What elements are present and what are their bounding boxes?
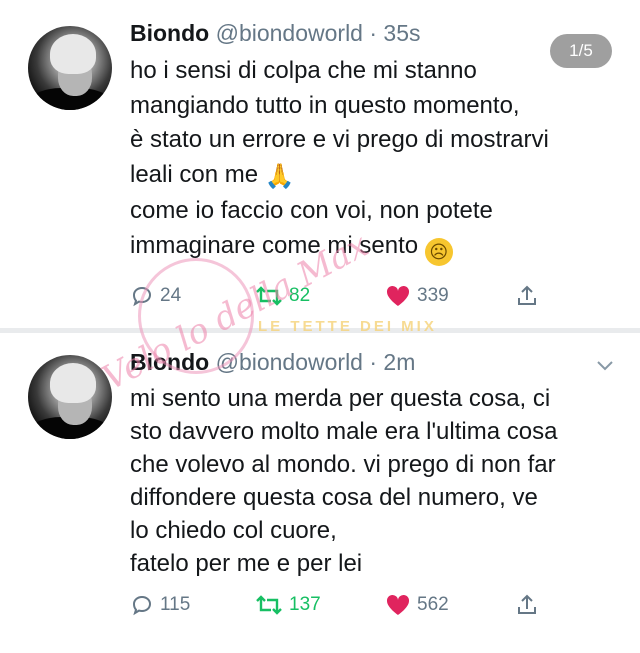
author-name[interactable]: Biondo — [130, 20, 209, 46]
sad-face-emoji-icon: ☹ — [424, 237, 453, 266]
retweet-button[interactable]: 137 — [255, 593, 321, 617]
tweet-line: come io faccio con voi, non potete — [130, 197, 493, 224]
like-button[interactable]: 339 — [385, 284, 449, 308]
tweet-actions: 115 137 562 — [130, 593, 550, 623]
tweet-line: fatelo per me e per lei — [130, 550, 363, 577]
tweet-time[interactable]: · 2m — [369, 349, 415, 375]
reply-icon — [132, 595, 152, 616]
tweet-line-with-emoji: leali con me 🙏 — [130, 158, 610, 195]
tweet-line: diffondere questa cosa del numero, ve — [130, 484, 538, 511]
heart-icon — [386, 594, 410, 615]
tweet-text: ho i sensi di colpa che mi stanno mangia… — [130, 54, 610, 266]
tweet-header: Biondo @biondoworld · 2m — [130, 349, 415, 376]
heart-icon — [386, 285, 410, 306]
tweet-line: mangiando tutto in questo momento, — [130, 91, 520, 119]
tweet-line: immaginare come mi sento — [130, 231, 419, 259]
like-count: 339 — [417, 285, 449, 306]
folded-hands-emoji-icon: 🙏 — [264, 162, 295, 190]
retweet-count: 137 — [289, 594, 321, 615]
retweet-count: 82 — [289, 285, 311, 306]
tweet-time[interactable]: · 35s — [369, 20, 420, 46]
retweet-button[interactable]: 82 — [255, 284, 310, 308]
tweet-header: Biondo @biondoworld · 35s — [130, 20, 421, 47]
tweet-2[interactable]: Biondo @biondoworld · 2m mi sento una me… — [0, 333, 640, 653]
share-icon — [518, 285, 536, 305]
share-button[interactable] — [515, 284, 539, 308]
author-name[interactable]: Biondo — [130, 349, 209, 375]
like-button[interactable]: 562 — [385, 593, 449, 617]
reply-count: 115 — [160, 594, 191, 615]
avatar[interactable] — [28, 26, 112, 110]
reply-count: 24 — [160, 285, 182, 306]
reply-icon — [132, 286, 152, 307]
author-handle[interactable]: @biondoworld — [216, 349, 363, 375]
tweet-actions: 24 82 339 — [130, 284, 550, 314]
retweet-icon — [256, 595, 282, 615]
share-icon — [518, 594, 536, 614]
tweet-1[interactable]: Biondo @biondoworld · 35s 1/5 ho i sensi… — [0, 0, 640, 330]
tweet-line: leali con me — [130, 160, 259, 188]
reply-button[interactable]: 115 — [130, 593, 190, 617]
tweet-line: che volevo al mondo. vi prego di non far — [130, 451, 556, 478]
avatar[interactable] — [28, 355, 112, 439]
chevron-down-icon[interactable] — [596, 359, 614, 377]
tweet-line: è stato un errore e vi prego di mostrarv… — [130, 126, 549, 153]
tweet-text: mi sento una merda per questa cosa, ci s… — [130, 382, 610, 580]
avatar-hair — [50, 34, 96, 74]
reply-button[interactable]: 24 — [130, 284, 181, 308]
share-button[interactable] — [515, 593, 539, 617]
tweet-line: ho i sensi di colpa che mi stanno — [130, 57, 477, 84]
like-count: 562 — [417, 594, 449, 615]
author-handle[interactable]: @biondoworld — [216, 20, 363, 46]
tweet-line: lo chiedo col cuore, — [130, 517, 337, 544]
tweet-line: mi sento una merda per questa cosa, ci — [130, 385, 551, 412]
avatar-hair — [50, 363, 96, 403]
tweet-line-with-emoji: immaginare come mi sento ☹ — [130, 229, 610, 266]
retweet-icon — [256, 286, 282, 306]
tweet-line: sto davvero molto male era l'ultima cosa — [130, 418, 558, 445]
